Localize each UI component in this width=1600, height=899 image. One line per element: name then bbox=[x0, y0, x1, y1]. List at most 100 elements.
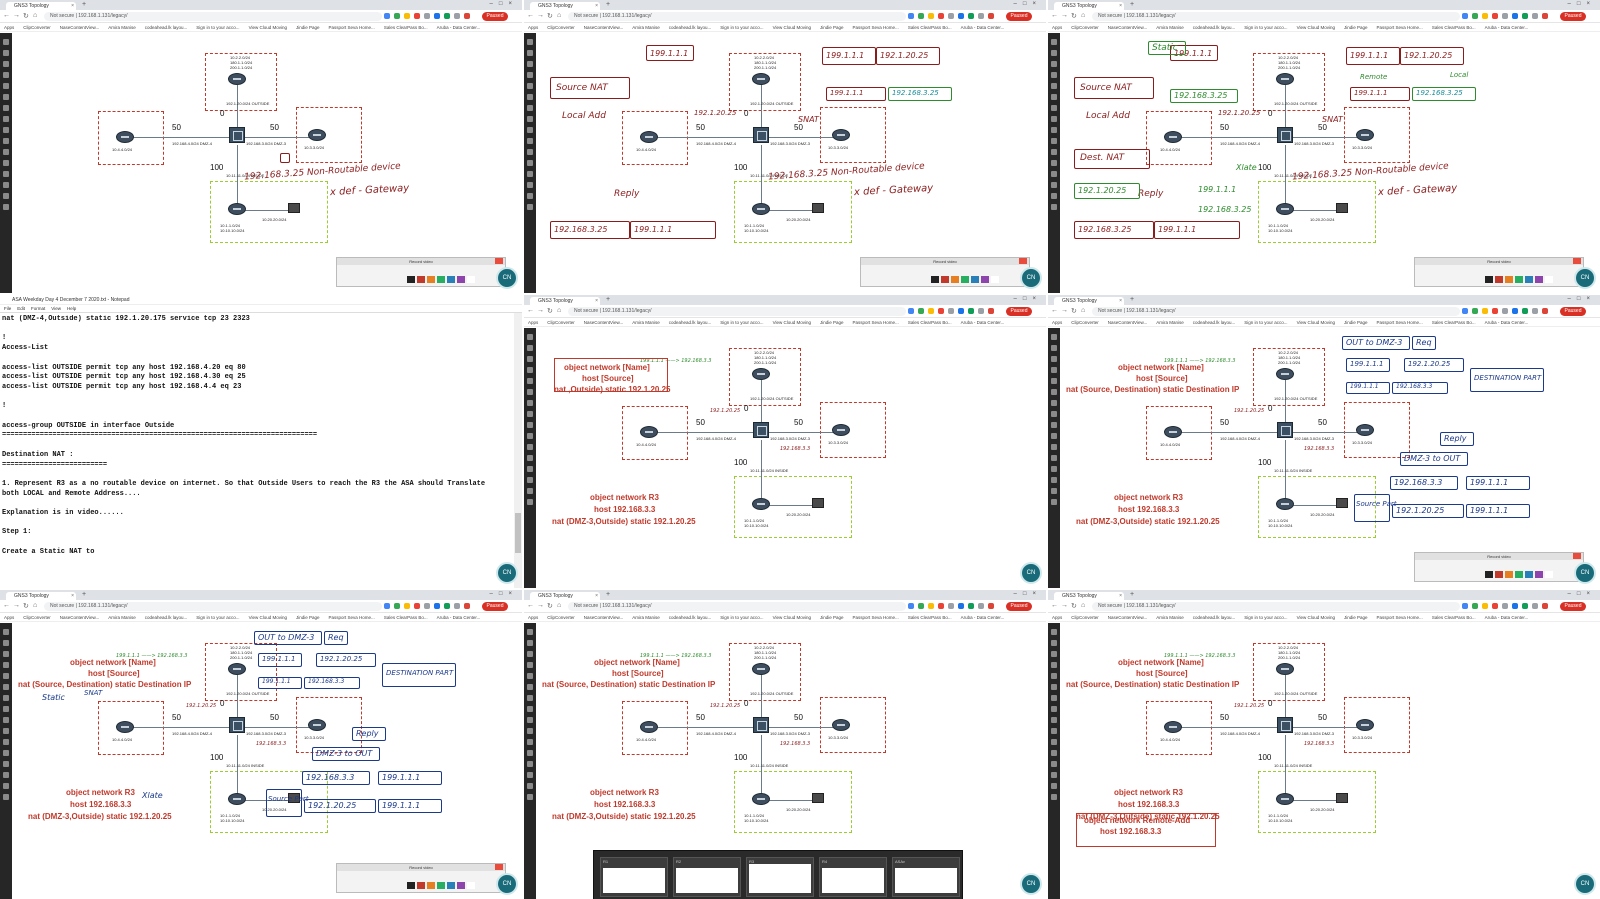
toolbar-tool-icon[interactable] bbox=[527, 149, 533, 155]
taskbar-thumbnail[interactable]: R1 bbox=[600, 857, 668, 897]
bookmark-item[interactable]: ClipConverter bbox=[547, 23, 575, 31]
bookmark-item[interactable]: Apps bbox=[4, 613, 14, 621]
pen-color-swatch[interactable] bbox=[971, 276, 979, 283]
toolbar-tool-icon[interactable] bbox=[527, 72, 533, 78]
toolbar-tool-icon[interactable] bbox=[527, 761, 533, 767]
toolbar-tool-icon[interactable] bbox=[1051, 39, 1057, 45]
url-field[interactable]: Not secure | 192.168.1.131/legacy/ bbox=[568, 307, 906, 316]
toolbar-tool-icon[interactable] bbox=[1051, 794, 1057, 800]
extension-icon[interactable] bbox=[928, 603, 934, 609]
toolbar-tool-icon[interactable] bbox=[527, 488, 533, 494]
bookmark-item[interactable]: NaseContentView... bbox=[60, 23, 99, 31]
url-field[interactable]: Not secure | 192.168.1.131/legacy/ bbox=[1092, 602, 1460, 611]
toolbar-tool-icon[interactable] bbox=[1051, 455, 1057, 461]
extension-icon[interactable] bbox=[908, 308, 914, 314]
browser-tab[interactable]: GNS3 Topology × bbox=[1054, 592, 1124, 600]
extension-icon[interactable] bbox=[1512, 308, 1518, 314]
forward-icon[interactable]: → bbox=[537, 307, 544, 314]
recorder-close-button[interactable] bbox=[1573, 553, 1581, 559]
extension-icon[interactable] bbox=[958, 13, 964, 19]
toolbar-tool-icon[interactable] bbox=[527, 39, 533, 45]
pen-color-swatch[interactable] bbox=[427, 276, 435, 283]
extension-icon[interactable] bbox=[1522, 13, 1528, 19]
bookmark-item[interactable]: codeahead.lk layou... bbox=[1193, 318, 1236, 326]
bookmark-item[interactable]: Amira Manise bbox=[632, 613, 660, 621]
extension-icon[interactable] bbox=[938, 13, 944, 19]
new-tab-icon[interactable]: + bbox=[82, 1, 86, 8]
pen-color-swatch[interactable] bbox=[1485, 276, 1493, 283]
bookmark-item[interactable]: Passport Seva Home... bbox=[1377, 613, 1423, 621]
toolbar-tool-icon[interactable] bbox=[1051, 783, 1057, 789]
toolbar-tool-icon[interactable] bbox=[1051, 72, 1057, 78]
toolbar-tool-icon[interactable] bbox=[1051, 772, 1057, 778]
pen-color-swatch[interactable] bbox=[1545, 571, 1553, 578]
extension-icon[interactable] bbox=[908, 13, 914, 19]
toolbar-tool-icon[interactable] bbox=[1051, 411, 1057, 417]
profile-paused-button[interactable]: Paused bbox=[1560, 307, 1586, 316]
pen-color-swatch[interactable] bbox=[427, 882, 435, 889]
back-icon[interactable]: ← bbox=[3, 602, 10, 609]
new-tab-icon[interactable]: + bbox=[1130, 1, 1134, 8]
bookmark-item[interactable]: Passport Seva Home... bbox=[853, 23, 899, 31]
tab-close-icon[interactable]: × bbox=[595, 297, 598, 305]
bookmark-item[interactable]: NaseContentView... bbox=[584, 318, 623, 326]
pen-color-swatch[interactable] bbox=[1525, 276, 1533, 283]
bookmark-item[interactable]: codeahead.lk layou... bbox=[669, 318, 712, 326]
bookmark-item[interactable]: Sales ClearPass Bo... bbox=[1432, 23, 1476, 31]
bookmark-item[interactable]: View Cloud Moving bbox=[1297, 318, 1335, 326]
bookmark-item[interactable]: View Cloud Moving bbox=[773, 613, 811, 621]
toolbar-tool-icon[interactable] bbox=[527, 783, 533, 789]
reload-icon[interactable]: ↻ bbox=[23, 602, 29, 610]
toolbar-tool-icon[interactable] bbox=[1051, 94, 1057, 100]
new-tab-icon[interactable]: + bbox=[606, 591, 610, 598]
bookmark-item[interactable]: Sales ClearPass Bo... bbox=[1432, 318, 1476, 326]
toolbar-tool-icon[interactable] bbox=[527, 499, 533, 505]
extension-icon[interactable] bbox=[424, 603, 430, 609]
toolbar-tool-icon[interactable] bbox=[3, 640, 9, 646]
bookmark-item[interactable]: NaseContentView... bbox=[1108, 318, 1147, 326]
bookmark-item[interactable]: Aruba - Data Center... bbox=[1485, 613, 1529, 621]
new-tab-icon[interactable]: + bbox=[1130, 296, 1134, 303]
profile-paused-button[interactable]: Paused bbox=[1006, 602, 1032, 611]
browser-tab[interactable]: GNS3 Topology × bbox=[530, 297, 600, 305]
toolbar-tool-icon[interactable] bbox=[527, 455, 533, 461]
bookmark-item[interactable]: Sign in to your acco... bbox=[720, 318, 763, 326]
url-field[interactable]: Not secure | 192.168.1.131/legacy/ bbox=[44, 12, 382, 21]
bookmark-item[interactable]: Sign in to your acco... bbox=[720, 613, 763, 621]
extension-icon[interactable] bbox=[978, 308, 984, 314]
profile-paused-button[interactable]: Paused bbox=[482, 12, 508, 21]
pen-color-swatch[interactable] bbox=[1515, 571, 1523, 578]
pen-color-swatch[interactable] bbox=[1485, 571, 1493, 578]
bookmark-item[interactable]: Sign in to your acco... bbox=[196, 613, 239, 621]
extension-icon[interactable] bbox=[918, 13, 924, 19]
bookmark-item[interactable]: codeahead.lk layou... bbox=[145, 613, 188, 621]
extension-icon[interactable] bbox=[1542, 13, 1548, 19]
scrollbar-thumb[interactable] bbox=[515, 513, 521, 553]
bookmark-item[interactable]: View Cloud Moving bbox=[1297, 23, 1335, 31]
toolbar-tool-icon[interactable] bbox=[3, 149, 9, 155]
bookmark-item[interactable]: Sales ClearPass Bo... bbox=[384, 613, 428, 621]
toolbar-tool-icon[interactable] bbox=[527, 193, 533, 199]
home-icon[interactable]: ⌂ bbox=[33, 12, 37, 19]
new-tab-icon[interactable]: + bbox=[1130, 591, 1134, 598]
browser-tab[interactable]: GNS3 Topology × bbox=[6, 2, 76, 10]
notepad-menu-item[interactable]: Edit bbox=[17, 306, 25, 311]
bookmark-item[interactable]: Sign in to your acco... bbox=[1244, 613, 1287, 621]
extension-icon[interactable] bbox=[1512, 13, 1518, 19]
extension-icon[interactable] bbox=[1482, 13, 1488, 19]
back-icon[interactable]: ← bbox=[527, 602, 534, 609]
tab-close-icon[interactable]: × bbox=[1119, 592, 1122, 600]
toolbar-tool-icon[interactable] bbox=[527, 673, 533, 679]
toolbar-tool-icon[interactable] bbox=[1051, 378, 1057, 384]
toolbar-tool-icon[interactable] bbox=[1051, 334, 1057, 340]
toolbar-tool-icon[interactable] bbox=[527, 204, 533, 210]
extension-icon[interactable] bbox=[444, 603, 450, 609]
tab-close-icon[interactable]: × bbox=[1119, 297, 1122, 305]
extension-icon[interactable] bbox=[938, 603, 944, 609]
extension-icon[interactable] bbox=[1492, 603, 1498, 609]
bookmark-item[interactable]: Amira Manise bbox=[108, 23, 136, 31]
bookmark-item[interactable]: Amira Manise bbox=[108, 613, 136, 621]
toolbar-tool-icon[interactable] bbox=[527, 684, 533, 690]
toolbar-tool-icon[interactable] bbox=[3, 783, 9, 789]
extension-icon[interactable] bbox=[464, 603, 470, 609]
